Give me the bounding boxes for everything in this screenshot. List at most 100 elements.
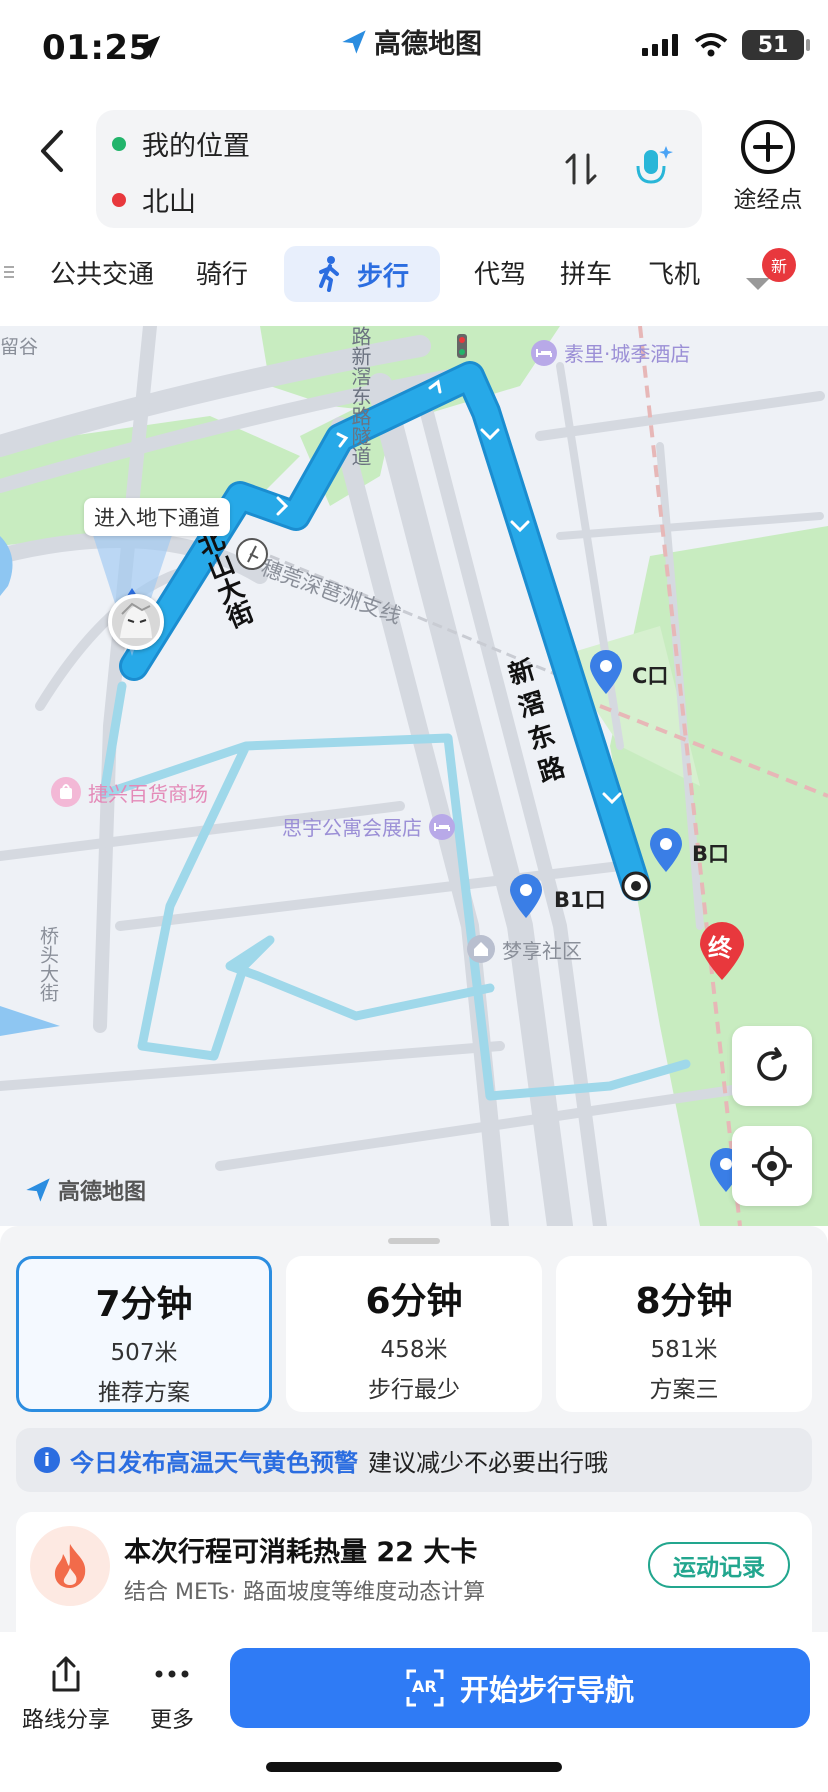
- destination-dot-icon: [112, 192, 126, 207]
- end-marker[interactable]: 终: [696, 920, 748, 982]
- share-label: 路线分享: [22, 1708, 111, 1733]
- route-input-box: 我的位置 北山: [96, 110, 702, 228]
- exit-c-label: C口: [632, 664, 669, 688]
- tab-flight[interactable]: 飞机: [648, 254, 700, 291]
- map-label-left: 留谷: [0, 336, 39, 358]
- locate-me-button[interactable]: [732, 1126, 812, 1206]
- plus-circle-icon: [741, 120, 795, 174]
- home-indicator: [266, 1762, 562, 1772]
- avatar-icon: [112, 598, 160, 646]
- hotel-icon: [429, 813, 455, 840]
- fire-icon: [54, 1544, 86, 1588]
- origin-row[interactable]: 我的位置: [112, 124, 250, 163]
- new-badge: 新: [762, 248, 796, 282]
- plan-duration: 6分钟: [365, 1281, 463, 1322]
- exit-b1-label: B1口: [554, 888, 606, 912]
- waypoint-label: 途经点: [733, 187, 803, 213]
- exit-b-pin-icon[interactable]: [646, 826, 686, 874]
- amap-logo-icon: [26, 1178, 50, 1202]
- plan-label: 步行最少: [368, 1377, 460, 1403]
- share-route-button[interactable]: 路线分享: [22, 1654, 110, 1734]
- calorie-subtitle: 结合 METs· 路面坡度等维度动态计算: [124, 1580, 486, 1605]
- ar-icon: AR: [406, 1669, 444, 1707]
- chevron-left-icon: [41, 130, 63, 172]
- status-bar: 01:25 高德地图 51: [0, 0, 828, 96]
- locate-icon: [752, 1146, 792, 1186]
- status-brand: 高德地图: [340, 22, 482, 61]
- exit-b-label: B口: [692, 842, 730, 866]
- wifi-icon: [694, 33, 728, 57]
- poi-mall[interactable]: 捷兴百货商场: [50, 776, 208, 808]
- start-navigation-button[interactable]: AR 开始步行导航: [230, 1648, 810, 1728]
- signal-icon: [642, 34, 678, 56]
- weather-notice[interactable]: i 今日发布高温天气黄色预警 建议减少不必要出行哦: [16, 1428, 812, 1492]
- chevron-down-icon: [746, 278, 770, 290]
- notice-highlight: 今日发布高温天气黄色预警: [70, 1448, 358, 1477]
- plan-distance: 581米: [650, 1337, 718, 1363]
- plan-card-2[interactable]: 6分钟 458米 步行最少: [286, 1256, 542, 1412]
- plan-label: 方案三: [649, 1377, 719, 1403]
- info-icon: i: [34, 1447, 60, 1473]
- plan-label: 推荐方案: [98, 1380, 190, 1406]
- poi-community-name: 梦享社区: [502, 938, 582, 963]
- exit-b1-pin-icon[interactable]: [506, 872, 546, 920]
- poi-hotel-name: 素里·城季酒店: [564, 342, 691, 366]
- road-label-tunnel: 路新滘东路隧道: [348, 326, 372, 466]
- origin-dot-icon: [112, 136, 126, 151]
- route-plans-sheet: 7分钟 507米 推荐方案 6分钟 458米 步行最少 8分钟 581米 方案三…: [0, 1226, 828, 1642]
- map-view[interactable]: 留谷 路新滘东路隧道 穗莞深琶洲支线 桥头大街 北山大街 新滘东路 进入地下通道…: [0, 326, 828, 1226]
- battery-indicator: 51: [742, 30, 810, 60]
- more-label: 更多: [150, 1708, 195, 1733]
- tab-walking-label: 步行: [356, 261, 409, 292]
- share-icon: [52, 1656, 80, 1692]
- shopping-icon: [51, 777, 81, 807]
- tab-carpool[interactable]: 拼车: [560, 254, 612, 291]
- tab-walking[interactable]: 步行: [284, 246, 440, 302]
- tab-designated-driver[interactable]: 代驾: [474, 254, 526, 291]
- poi-apartment-name: 思宇公寓会展店: [282, 816, 422, 840]
- microphone-icon: [636, 146, 673, 184]
- refresh-route-button[interactable]: [732, 1026, 812, 1106]
- voice-input-button[interactable]: [624, 140, 680, 196]
- sheet-drag-handle[interactable]: [388, 1238, 440, 1244]
- ar-icon-text: AR: [411, 1677, 437, 1696]
- plan-distance: 507米: [110, 1340, 178, 1366]
- route-header: 我的位置 北山 途经点 公共交通 骑行 步行 代驾 拼车 飞机 新: [0, 96, 828, 326]
- exercise-record-button[interactable]: 运动记录: [648, 1542, 790, 1588]
- tab-cycling[interactable]: 骑行: [196, 254, 248, 291]
- road-label-qiaotou: 桥头大街: [37, 926, 59, 1002]
- calorie-title: 本次行程可消耗热量 22 大卡: [124, 1537, 478, 1568]
- plan-card-1[interactable]: 7分钟 507米 推荐方案: [16, 1256, 272, 1412]
- location-arrow-icon: [137, 35, 161, 59]
- walking-person-icon: [318, 256, 339, 292]
- more-button[interactable]: 更多: [150, 1654, 194, 1734]
- more-modes-button[interactable]: 新: [742, 248, 802, 304]
- poi-hotel[interactable]: 素里·城季酒店: [530, 338, 690, 367]
- map-logo: 高德地图: [24, 1174, 146, 1206]
- swap-button[interactable]: [556, 144, 606, 194]
- map-logo-text: 高德地图: [58, 1180, 147, 1205]
- destination-field[interactable]: 北山: [142, 180, 196, 219]
- community-icon: [467, 935, 495, 963]
- add-waypoint-button[interactable]: 途经点: [718, 118, 818, 214]
- swap-arrows-icon: [565, 153, 597, 185]
- status-brand-text: 高德地图: [374, 29, 482, 60]
- bottom-action-bar: 路线分享 更多 AR 开始步行导航: [0, 1632, 828, 1792]
- poi-mall-name: 捷兴百货商场: [88, 781, 208, 806]
- plan-card-3[interactable]: 8分钟 581米 方案三: [556, 1256, 812, 1412]
- destination-row[interactable]: 北山: [112, 180, 196, 219]
- plan-distance: 458米: [380, 1337, 448, 1363]
- user-avatar[interactable]: [108, 594, 164, 650]
- exit-c-pin-icon[interactable]: [586, 648, 626, 696]
- poi-apartment[interactable]: 思宇公寓会展店: [282, 812, 456, 841]
- underpass-tooltip: 进入地下通道: [84, 498, 230, 536]
- plan-duration: 7分钟: [95, 1284, 193, 1325]
- poi-community[interactable]: 梦享社区: [466, 934, 582, 964]
- back-button[interactable]: [22, 116, 82, 186]
- start-navigation-label: 开始步行导航: [459, 1673, 634, 1707]
- partial-tab-icon: [4, 266, 14, 278]
- amap-logo-icon: [342, 29, 366, 54]
- tab-public-transit[interactable]: 公共交通: [50, 254, 154, 291]
- notice-text: 建议减少不必要出行哦: [368, 1448, 608, 1477]
- origin-field[interactable]: 我的位置: [142, 124, 250, 163]
